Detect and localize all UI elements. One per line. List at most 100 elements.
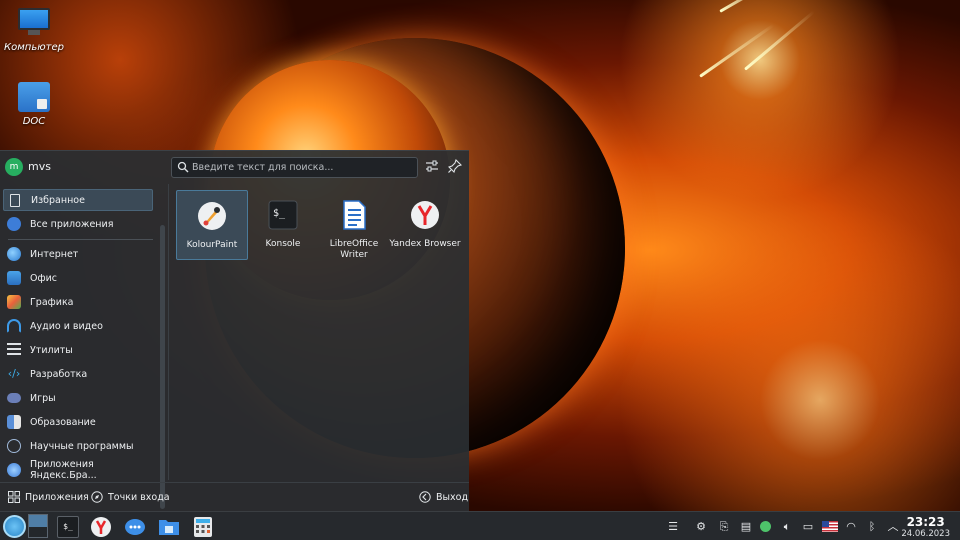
- settings-sliders-icon: [426, 160, 438, 172]
- avatar[interactable]: m: [5, 158, 23, 176]
- settings-sliders-icon[interactable]: ☰: [666, 520, 680, 533]
- sidebar-item-label: Офис: [30, 272, 57, 284]
- search-input[interactable]: [192, 160, 414, 175]
- favorites-grid: KolourPaint $_ Konsole LibreOffice Write…: [170, 184, 469, 480]
- yandex-browser-icon: [411, 201, 439, 229]
- svg-text:$_: $_: [273, 208, 286, 219]
- taskbar: $_ ☰ ⚙ ⎘ ▤ 🔈︎ ▭ ◠ ᛒ ︿ 23:23 24.06.2023: [0, 511, 960, 540]
- clipboard-icon[interactable]: ▤: [739, 520, 753, 533]
- leave-button-label: Выход: [436, 491, 469, 503]
- sidebar-item-utilities[interactable]: Утилиты: [3, 339, 153, 361]
- sidebar-item-education[interactable]: Образование: [3, 411, 153, 433]
- sidebar-item-internet[interactable]: Интернет: [3, 243, 153, 265]
- bluetooth-icon[interactable]: ᛒ: [865, 520, 879, 533]
- computer-icon: [18, 8, 50, 38]
- headphones-icon: [7, 319, 21, 333]
- app-tile-yandex-browser[interactable]: Yandex Browser: [389, 190, 461, 260]
- steam-icon[interactable]: ⚙: [694, 520, 708, 533]
- pager-icon[interactable]: [28, 514, 48, 538]
- sidebar-item-label: Графика: [30, 296, 74, 308]
- app-tile-label: KolourPaint: [186, 240, 238, 250]
- launcher-divider: [168, 184, 169, 480]
- sidebar-item-development[interactable]: ‹/› Разработка: [3, 363, 153, 385]
- sidebar-item-label: Разработка: [30, 368, 88, 380]
- sidebar-item-science[interactable]: Научные программы: [3, 435, 153, 457]
- sidebar-item-label: Все приложения: [30, 218, 114, 230]
- sidebar-divider: [8, 239, 153, 240]
- wallpaper-comet: [719, 0, 773, 13]
- app-tile-konsole[interactable]: $_ Konsole: [247, 190, 319, 260]
- search-icon: [177, 161, 189, 173]
- sidebar-item-label: Научные программы: [30, 440, 134, 452]
- launcher-footer: Приложения Точки входа Выход: [0, 482, 469, 512]
- sidebar-item-label: Избранное: [31, 194, 85, 206]
- app-tile-label: Konsole: [265, 239, 301, 249]
- all-apps-icon: [7, 217, 21, 231]
- wifi-icon[interactable]: ◠: [844, 520, 858, 533]
- configure-button[interactable]: [424, 159, 440, 175]
- sidebar-item-multimedia[interactable]: Аудио и видео: [3, 315, 153, 337]
- tab-places-label: Точки входа: [108, 491, 170, 503]
- utilities-icon: [7, 343, 21, 357]
- app-tile-label: Yandex Browser: [389, 239, 461, 249]
- desktop-icon-label: Компьютер: [4, 42, 64, 53]
- atom-icon: [7, 439, 21, 453]
- yandex-apps-icon: [7, 463, 21, 477]
- office-icon: [7, 271, 21, 285]
- tab-applications[interactable]: Приложения: [8, 491, 89, 503]
- sidebar-item-label: Интернет: [30, 248, 79, 260]
- graphics-icon: [7, 295, 21, 309]
- app-tile-label: LibreOffice Writer: [329, 239, 379, 260]
- file-manager-icon[interactable]: [158, 516, 180, 538]
- sidebar-item-label: Образование: [30, 416, 96, 428]
- gamepad-icon: [7, 393, 21, 403]
- display-icon[interactable]: ▭: [801, 520, 815, 533]
- app-tile-libreoffice-writer[interactable]: LibreOffice Writer: [318, 190, 390, 260]
- libreoffice-writer-icon: [343, 200, 366, 230]
- clock-time: 23:23: [906, 515, 945, 529]
- pin-button[interactable]: [447, 158, 463, 175]
- leave-icon: [419, 491, 431, 503]
- desktop-icon-computer[interactable]: Компьютер: [4, 8, 64, 53]
- sidebar-item-office[interactable]: Офис: [3, 267, 153, 289]
- username: mvs: [28, 160, 51, 173]
- pin-icon: [447, 158, 463, 174]
- sidebar-item-yandex-apps[interactable]: Приложения Яндекс.Бра...: [3, 459, 153, 481]
- sidebar-scrollbar[interactable]: [160, 225, 165, 509]
- sidebar-item-all-apps[interactable]: Все приложения: [3, 213, 153, 235]
- compass-icon: [91, 491, 103, 503]
- kolourpaint-icon: [198, 202, 226, 230]
- sidebar-item-favorites[interactable]: Избранное: [3, 189, 153, 211]
- app-tile-kolourpaint[interactable]: KolourPaint: [176, 190, 248, 260]
- show-hidden-icon[interactable]: ︿: [886, 520, 900, 533]
- globe-icon: [7, 247, 21, 261]
- search-field[interactable]: [171, 157, 418, 178]
- sidebar-item-label: Аудио и видео: [30, 320, 103, 332]
- konsole-icon[interactable]: $_: [57, 516, 79, 538]
- category-sidebar: Избранное Все приложения Интернет Офис Г…: [0, 186, 168, 509]
- tab-applications-label: Приложения: [25, 491, 89, 503]
- desktop-icon-doc[interactable]: DOC: [4, 82, 64, 127]
- status-indicator-icon[interactable]: [760, 521, 771, 532]
- calculator-icon[interactable]: [192, 516, 214, 538]
- sidebar-item-label: Приложения Яндекс.Бра...: [30, 459, 97, 481]
- messenger-icon[interactable]: [124, 516, 146, 538]
- app-launcher-icon[interactable]: [3, 515, 26, 538]
- tab-places[interactable]: Точки входа: [91, 491, 170, 503]
- wallpaper-comet: [744, 10, 815, 71]
- digital-clock[interactable]: 23:23 24.06.2023: [901, 515, 950, 539]
- volume-icon[interactable]: 🔈︎: [780, 520, 794, 533]
- bookmark-icon: [10, 193, 20, 207]
- yandex-browser-icon[interactable]: [90, 516, 112, 538]
- network-share-icon[interactable]: ⎘: [717, 520, 731, 533]
- grid-icon: [8, 491, 20, 503]
- code-icon: ‹/›: [7, 367, 21, 380]
- folder-doc-icon: [18, 82, 50, 112]
- leave-button[interactable]: Выход: [419, 491, 468, 503]
- sidebar-item-graphics[interactable]: Графика: [3, 291, 153, 313]
- clock-date: 24.06.2023: [901, 529, 950, 539]
- sidebar-item-games[interactable]: Игры: [3, 387, 153, 409]
- launcher-header: m mvs: [0, 151, 469, 183]
- application-launcher: m mvs Избранное: [0, 150, 469, 511]
- us-flag-icon[interactable]: [822, 521, 838, 532]
